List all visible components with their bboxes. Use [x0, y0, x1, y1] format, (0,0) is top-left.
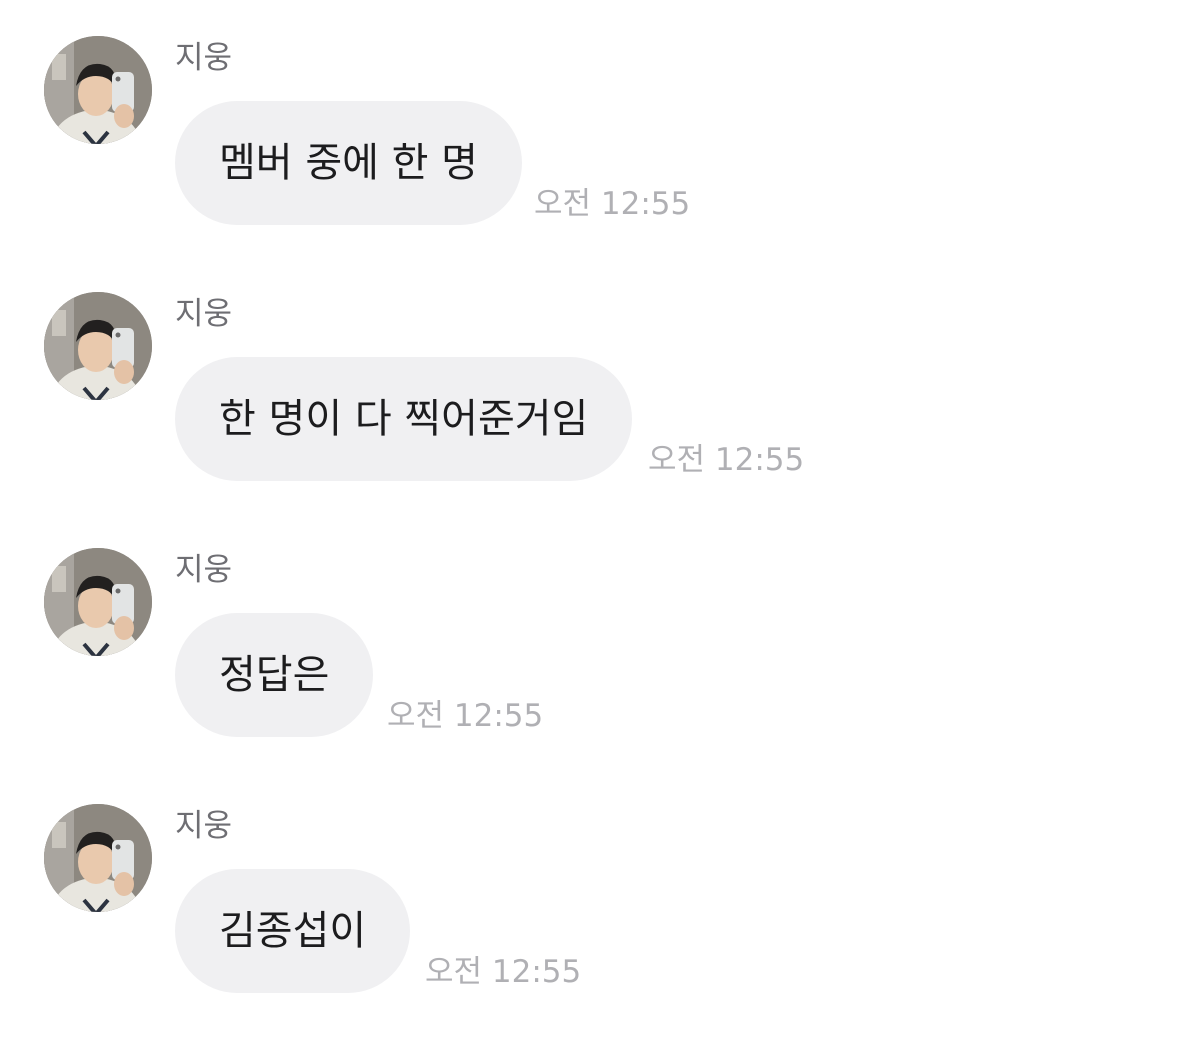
- avatar-photo: [44, 804, 152, 912]
- sender-avatar[interactable]: [44, 548, 152, 656]
- sender-name: 지웅: [175, 296, 233, 332]
- message-row: 지웅 멤버 중에 한 명 오전 12:55: [0, 0, 1199, 256]
- sender-avatar[interactable]: [44, 36, 152, 144]
- message-timestamp: 오전 12:55: [534, 186, 691, 222]
- message-bubble[interactable]: 정답은: [175, 613, 374, 737]
- message-row: 지웅 김종섭이 오전 12:55: [0, 768, 1199, 1024]
- sender-avatar[interactable]: [44, 804, 152, 912]
- sender-name: 지웅: [175, 40, 233, 76]
- message-bubble[interactable]: 김종섭이: [175, 869, 411, 993]
- message-timestamp: 오전 12:55: [387, 698, 544, 734]
- message-timestamp: 오전 12:55: [648, 442, 805, 478]
- avatar-photo: [44, 548, 152, 656]
- message-row: 지웅 정답은 오전 12:55: [0, 512, 1199, 768]
- sender-avatar[interactable]: [44, 292, 152, 400]
- avatar-photo: [44, 292, 152, 400]
- message-row: 지웅 한 명이 다 찍어준거임 오전 12:55: [0, 256, 1199, 512]
- avatar-photo: [44, 36, 152, 144]
- message-timestamp: 오전 12:55: [425, 954, 582, 990]
- sender-name: 지웅: [175, 552, 233, 588]
- message-bubble[interactable]: 한 명이 다 찍어준거임: [175, 357, 633, 481]
- sender-name: 지웅: [175, 808, 233, 844]
- message-bubble[interactable]: 멤버 중에 한 명: [175, 101, 522, 225]
